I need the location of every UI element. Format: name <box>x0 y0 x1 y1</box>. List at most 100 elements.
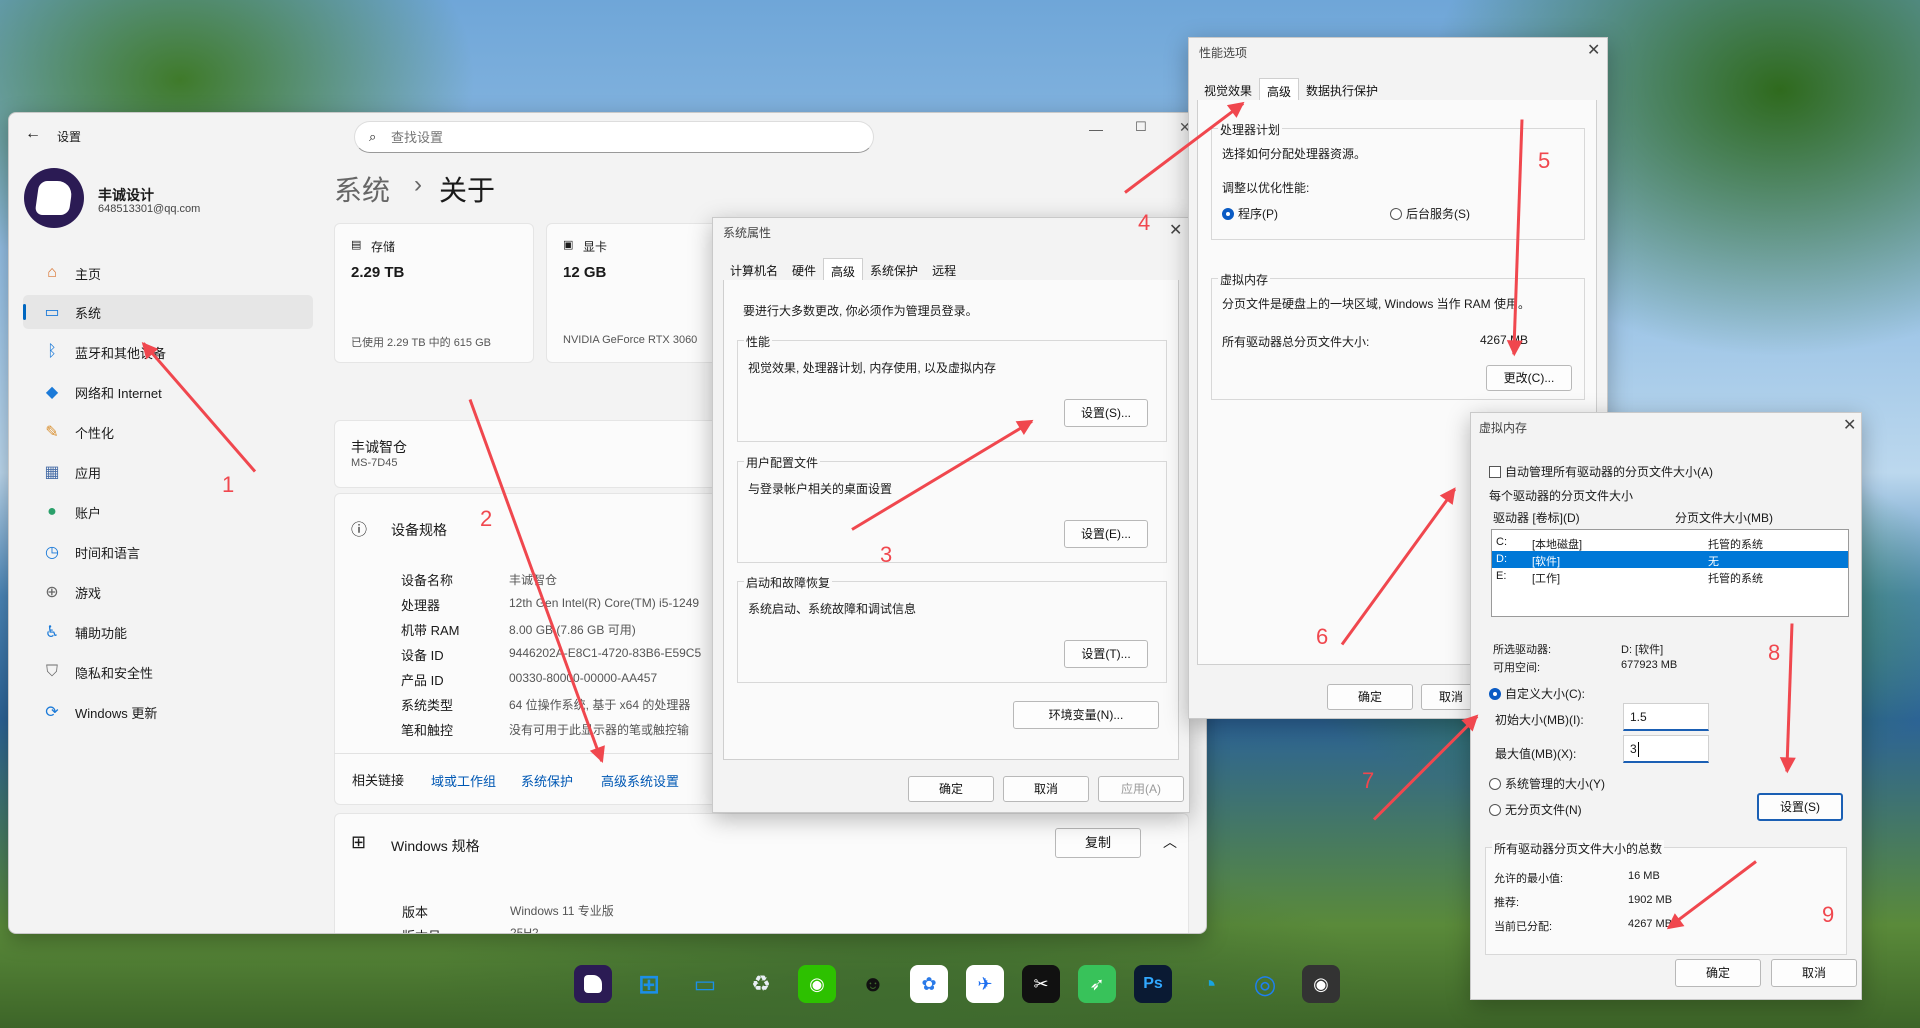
startup-recovery-group: 启动和故障恢复 系统启动、系统故障和调试信息 设置(T)... <box>737 574 1167 683</box>
radio-background-dot[interactable] <box>1390 208 1402 220</box>
search-input[interactable] <box>391 128 851 146</box>
feishu-icon[interactable]: ✈ <box>966 965 1004 1003</box>
drive-row-c[interactable]: C: [本地磁盘] 托管的系统 <box>1492 534 1848 551</box>
qq-icon[interactable]: ☻ <box>854 965 892 1003</box>
edge-icon[interactable]: ◔ <box>1190 965 1228 1003</box>
recycle-bin-icon[interactable]: ♻ <box>742 965 780 1003</box>
drive-row-d[interactable]: D: [软件] 无 <box>1492 551 1848 568</box>
sidebar-item-bluetooth[interactable]: ᛒ 蓝牙和其他设备 <box>23 335 313 369</box>
radio-system-dot[interactable] <box>1489 778 1501 790</box>
link-domain-workgroup[interactable]: 域或工作组 <box>431 771 496 790</box>
camera-icon[interactable]: ◉ <box>1302 965 1340 1003</box>
search-icon: ⌕ <box>369 129 377 144</box>
bluetooth-icon: ᛒ <box>47 343 57 360</box>
this-pc-icon[interactable]: ▭ <box>686 965 724 1003</box>
close-icon[interactable]: ✕ <box>1843 418 1856 434</box>
change-button[interactable]: 更改(C)... <box>1486 365 1572 391</box>
initial-size-input[interactable]: 1.5 <box>1623 703 1709 731</box>
set-button[interactable]: 设置(S) <box>1757 793 1843 821</box>
green-app-icon[interactable]: ➶ <box>1078 965 1116 1003</box>
gpu-card[interactable]: ▣ 显卡 12 GB NVIDIA GeForce RTX 3060 <box>546 223 726 363</box>
gpu-icon: ▣ <box>563 239 574 251</box>
baidu-netdisk-icon[interactable]: ✿ <box>910 965 948 1003</box>
windows-start-icon[interactable]: ⊞ <box>630 965 668 1003</box>
totals-group: 所有驱动器分页文件大小的总数 允许的最小值: 16 MB 推荐: 1902 MB… <box>1485 840 1847 955</box>
windows-logo-icon: ⊞ <box>351 832 367 852</box>
wifi-icon: ◆ <box>45 384 59 401</box>
radio-system-managed[interactable]: 系统管理的大小(Y) <box>1489 775 1605 792</box>
sidebar-item-apps[interactable]: ▦ 应用 <box>23 455 313 489</box>
annotation-number-1: 1 <box>222 472 235 497</box>
system-properties-dialog: 系统属性 ✕ 计算机名 硬件 高级 系统保护 远程 要进行大多数更改, 你必须作… <box>712 217 1190 813</box>
minimize-icon[interactable]: — <box>1089 121 1103 137</box>
radio-custom-dot[interactable] <box>1489 688 1501 700</box>
radio-background[interactable]: 后台服务(S) <box>1390 205 1470 222</box>
startup-settings-button[interactable]: 设置(T)... <box>1064 640 1148 668</box>
info-icon: ⓘ <box>351 522 368 539</box>
user-email: 648513301@qq.com <box>98 203 201 215</box>
storage-card[interactable]: ▤ 存储 2.29 TB 已使用 2.29 TB 中的 615 GB <box>334 223 534 363</box>
radio-programs[interactable]: 程序(P) <box>1222 205 1278 222</box>
performance-settings-button[interactable]: 设置(S)... <box>1064 399 1148 427</box>
device-name-card[interactable]: 丰诚智仓 MS-7D45 <box>334 420 734 488</box>
fengcheng-app-icon[interactable] <box>574 965 612 1003</box>
home-icon: ⌂ <box>47 264 57 281</box>
drive-row-e[interactable]: E: [工作] 托管的系统 <box>1492 568 1848 585</box>
wechat-icon[interactable]: ◉ <box>798 965 836 1003</box>
virtual-memory-group: 虚拟内存 分页文件是硬盘上的一块区域, Windows 当作 RAM 使用。 所… <box>1211 271 1585 400</box>
chevron-up-icon[interactable]: ︿ <box>1163 832 1177 852</box>
close-icon[interactable]: ✕ <box>1587 43 1600 59</box>
sidebar-item-accounts[interactable]: ● 账户 <box>23 495 313 529</box>
max-size-input[interactable]: 3 <box>1623 735 1709 763</box>
ok-button[interactable]: 确定 <box>1675 959 1761 987</box>
dialog-title: 系统属性 <box>723 226 772 240</box>
radio-no-paging-dot[interactable] <box>1489 804 1501 816</box>
update-icon: ⟳ <box>45 704 59 721</box>
sidebar-item-home[interactable]: ⌂ 主页 <box>23 256 313 290</box>
sidebar-item-network[interactable]: ◆ 网络和 Internet <box>23 375 313 409</box>
sidebar-item-accessibility[interactable]: ♿ 辅助功能 <box>23 615 313 649</box>
sidebar-item-personalization[interactable]: ✎ 个性化 <box>23 415 313 449</box>
sidebar-item-privacy[interactable]: ⛉ 隐私和安全性 <box>23 655 313 689</box>
apply-button[interactable]: 应用(A) <box>1098 776 1184 802</box>
radio-custom-size[interactable]: 自定义大小(C): <box>1489 685 1585 702</box>
accessibility-icon: ♿ <box>44 624 60 641</box>
ok-button[interactable]: 确定 <box>1327 684 1413 710</box>
cancel-button[interactable]: 取消 <box>1771 959 1857 987</box>
sidebar-item-system[interactable]: ▭ 系统 <box>23 295 313 329</box>
user-name: 丰诚设计 <box>98 187 154 203</box>
person-icon: ● <box>47 503 57 520</box>
auto-manage-box[interactable] <box>1489 466 1501 478</box>
clock-icon: ◷ <box>45 544 59 561</box>
photoshop-icon[interactable]: Ps <box>1134 965 1172 1003</box>
breadcrumb-parent[interactable]: 系统 <box>334 169 390 209</box>
search-box[interactable]: ⌕ <box>354 121 874 153</box>
profile-settings-button[interactable]: 设置(E)... <box>1064 520 1148 548</box>
browser-icon[interactable]: ◎ <box>1246 965 1284 1003</box>
close-icon[interactable]: ✕ <box>1169 223 1182 239</box>
virtual-memory-dialog: 虚拟内存 ✕ 自动管理所有驱动器的分页文件大小(A) 每个驱动器的分页文件大小 … <box>1470 412 1862 1000</box>
annotation-number-3: 3 <box>880 542 893 567</box>
maximize-icon[interactable]: ☐ <box>1135 119 1147 135</box>
auto-manage-checkbox[interactable]: 自动管理所有驱动器的分页文件大小(A) <box>1489 463 1713 480</box>
copy-button[interactable]: 复制 <box>1055 828 1141 858</box>
radio-programs-dot[interactable] <box>1222 208 1234 220</box>
ok-button[interactable]: 确定 <box>908 776 994 802</box>
storage-icon: ▤ <box>351 239 362 251</box>
back-arrow-icon[interactable]: ← <box>25 125 41 143</box>
radio-no-paging[interactable]: 无分页文件(N) <box>1489 801 1582 818</box>
cancel-button[interactable]: 取消 <box>1003 776 1089 802</box>
dialog-title: 虚拟内存 <box>1479 421 1528 435</box>
page-title: 关于 <box>439 175 496 206</box>
capcut-icon[interactable]: ✂ <box>1022 965 1060 1003</box>
environment-variables-button[interactable]: 环境变量(N)... <box>1013 701 1159 729</box>
annotation-number-6: 6 <box>1316 624 1329 649</box>
sidebar-item-gaming[interactable]: ⊕ 游戏 <box>23 575 313 609</box>
sidebar-item-windows-update[interactable]: ⟳ Windows 更新 <box>23 695 313 729</box>
performance-group: 性能 视觉效果, 处理器计划, 内存使用, 以及虚拟内存 设置(S)... <box>737 333 1167 442</box>
drive-list[interactable]: C: [本地磁盘] 托管的系统 D: [软件] 无 E: [工作] 托管的系统 <box>1491 529 1849 617</box>
link-advanced-system-settings[interactable]: 高级系统设置 <box>601 771 679 790</box>
gamepad-icon: ⊕ <box>45 584 59 601</box>
link-system-protection[interactable]: 系统保护 <box>521 771 573 790</box>
sidebar-item-time-language[interactable]: ◷ 时间和语言 <box>23 535 313 569</box>
